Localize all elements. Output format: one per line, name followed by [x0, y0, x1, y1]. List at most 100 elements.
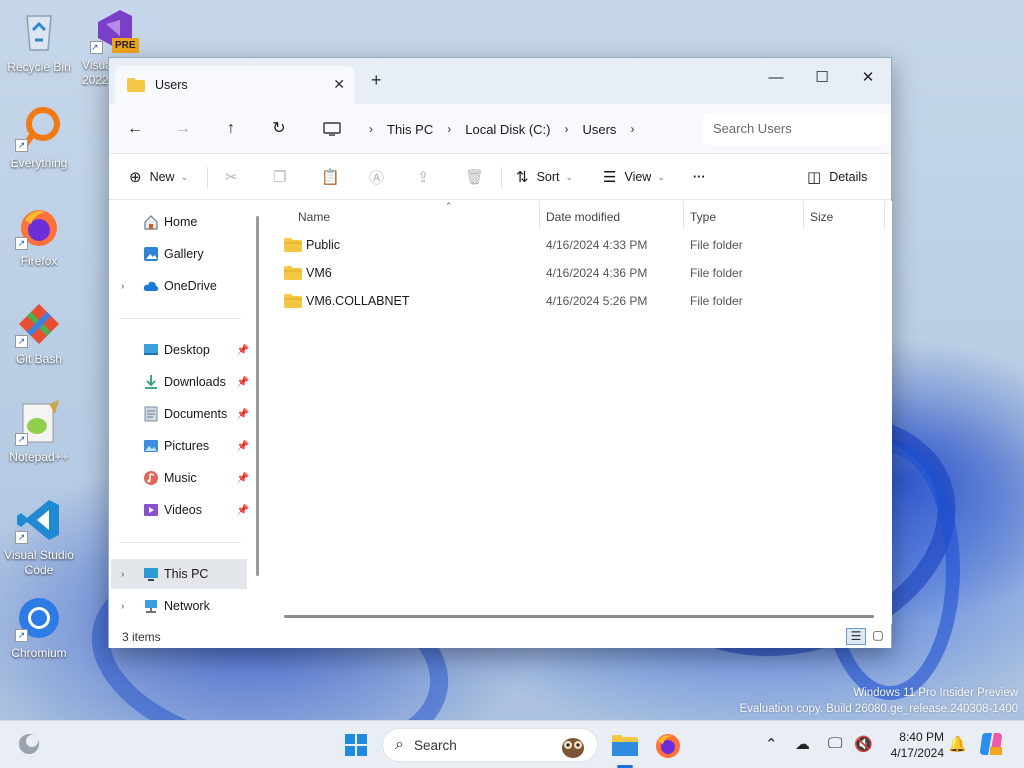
chevron-right-icon[interactable]: ›: [121, 281, 124, 292]
maximize-button[interactable]: ☐: [799, 64, 845, 92]
chevron-right-icon: ›: [564, 122, 569, 136]
desktop-icon-everything[interactable]: ↗ Everything: [1, 104, 77, 171]
sidebar-scrollbar[interactable]: [256, 216, 259, 576]
volume-tray-button[interactable]: 🔇: [854, 735, 873, 753]
breadcrumb-local-disk[interactable]: Local Disk (C:): [465, 122, 550, 137]
navigation-pane: Home Gallery › OneDrive Desktop 📌 Downlo…: [109, 201, 263, 624]
minimize-button[interactable]: —: [753, 64, 799, 92]
firefox-icon: ↗: [15, 202, 63, 250]
sidebar-item-desktop[interactable]: Desktop 📌: [111, 335, 249, 365]
new-tab-button[interactable]: +: [371, 70, 382, 91]
shortcut-arrow-icon: ↗: [90, 41, 103, 54]
view-button[interactable]: ☰ View ⌄: [603, 166, 665, 188]
close-icon[interactable]: ✕: [333, 76, 345, 93]
shortcut-arrow-icon: ↗: [15, 433, 28, 446]
pin-icon: 📌: [236, 408, 249, 420]
column-header-type[interactable]: Type: [690, 205, 716, 229]
desktop-icon-label: Git Bash: [15, 352, 63, 366]
details-view-button[interactable]: ☰: [846, 628, 866, 645]
file-list: Name ⌃ Date modified Type Size Public 4/…: [264, 201, 892, 624]
tiles-view-button[interactable]: ▢: [868, 628, 888, 645]
share-button[interactable]: ⇪: [417, 166, 438, 188]
breadcrumb-this-pc[interactable]: This PC: [387, 122, 433, 137]
table-row[interactable]: Public 4/16/2024 4:33 PM File folder: [274, 231, 874, 259]
sidebar-item-downloads[interactable]: Downloads 📌: [111, 367, 249, 397]
desktop-icon-firefox[interactable]: ↗ Firefox: [1, 202, 77, 269]
sidebar-item-label: Home: [164, 215, 198, 229]
taskbar-file-explorer[interactable]: [609, 729, 641, 761]
windows-watermark: Windows 11 Pro Insider Preview Evaluatio…: [739, 685, 1018, 717]
column-header-size[interactable]: Size: [810, 205, 833, 229]
copilot-button[interactable]: [978, 731, 1010, 763]
sidebar-item-pictures[interactable]: Pictures 📌: [111, 431, 249, 461]
sidebar-item-videos[interactable]: Videos 📌: [111, 495, 249, 525]
chromium-icon: ↗: [15, 594, 63, 642]
column-divider[interactable]: [683, 201, 684, 229]
search-input[interactable]: Search Users: [703, 113, 889, 145]
desktop-icon-vscode[interactable]: ↗ Visual Studio Code: [1, 496, 77, 578]
sort-ascending-icon: ⌃: [445, 201, 453, 211]
desktop-icon-notepad-plus-plus[interactable]: ↗ Notepad++: [1, 398, 77, 465]
column-header-name[interactable]: Name ⌃: [298, 201, 453, 229]
onedrive-tray-button[interactable]: ☁: [795, 735, 810, 753]
file-date: 4/16/2024 5:26 PM: [546, 294, 648, 308]
widgets-button[interactable]: [16, 731, 48, 763]
sidebar-item-music[interactable]: Music 📌: [111, 463, 249, 493]
shortcut-arrow-icon: ↗: [15, 139, 28, 152]
sidebar-item-label: Desktop: [164, 343, 210, 357]
toolbar-divider: [207, 167, 208, 189]
sidebar-item-gallery[interactable]: Gallery: [111, 239, 247, 269]
column-divider[interactable]: [803, 201, 804, 229]
details-pane-button[interactable]: ◫ Details: [807, 166, 867, 188]
show-hidden-icons-button[interactable]: ⌃: [765, 735, 778, 753]
more-options-button[interactable]: ···: [693, 166, 706, 188]
sidebar-item-documents[interactable]: Documents 📌: [111, 399, 249, 429]
rename-button[interactable]: Ⓐ: [369, 166, 392, 188]
toolbar-divider: [501, 167, 502, 189]
file-explorer-window: Users ✕ + — ☐ ✕ ← → ↑ ↻ › This PC › Loca…: [108, 57, 892, 648]
sidebar-item-network[interactable]: › Network: [111, 591, 247, 621]
desktop-icon-chromium[interactable]: ↗ Chromium: [1, 594, 77, 661]
desktop-icon-label: Chromium: [11, 646, 67, 660]
sort-button[interactable]: ⇅ Sort ⌄: [516, 166, 573, 188]
breadcrumb[interactable]: › This PC › Local Disk (C:) › Users ›: [313, 113, 693, 145]
taskbar-search-input[interactable]: ⌕ Search: [382, 728, 598, 762]
table-row[interactable]: VM6 4/16/2024 4:36 PM File folder: [274, 259, 874, 287]
forward-button[interactable]: →: [171, 117, 195, 141]
column-divider[interactable]: [539, 201, 540, 229]
column-header-date[interactable]: Date modified: [546, 205, 620, 229]
delete-button[interactable]: 🗑: [465, 166, 492, 188]
chevron-right-icon[interactable]: ›: [121, 601, 124, 612]
desktop-icon-label: Recycle Bin: [7, 60, 71, 74]
table-row[interactable]: VM6.COLLABNET 4/16/2024 5:26 PM File fol…: [274, 287, 874, 315]
desktop-icon-git-bash[interactable]: ↗ Git Bash: [1, 300, 77, 367]
watermark-line2: Evaluation copy. Build 26080.ge_release.…: [739, 703, 1018, 715]
pin-icon: 📌: [236, 440, 249, 452]
taskbar-firefox[interactable]: [652, 729, 684, 761]
cut-button[interactable]: ✂: [225, 166, 246, 188]
scissors-icon: ✂: [225, 169, 238, 186]
sidebar-item-this-pc[interactable]: › This PC: [111, 559, 247, 589]
chevron-right-icon[interactable]: ›: [121, 569, 124, 580]
display-tray-button[interactable]: 🖵: [828, 735, 842, 752]
copy-button[interactable]: ❐: [273, 166, 294, 188]
copy-icon: ❐: [273, 169, 287, 186]
back-button[interactable]: ←: [123, 117, 147, 141]
paste-button[interactable]: 📋: [321, 166, 348, 188]
refresh-button[interactable]: ↻: [267, 117, 291, 141]
sidebar-item-label: Videos: [164, 503, 202, 517]
notifications-button[interactable]: 🔔: [948, 735, 967, 753]
new-button[interactable]: ⊕ New ⌄: [129, 166, 188, 188]
desktop-icon-recycle-bin[interactable]: Recycle Bin: [1, 8, 77, 75]
close-window-button[interactable]: ✕: [845, 64, 891, 92]
sidebar-item-onedrive[interactable]: › OneDrive: [111, 271, 247, 301]
start-button[interactable]: [340, 729, 372, 761]
up-button[interactable]: ↑: [219, 117, 243, 141]
tab-users[interactable]: Users ✕: [115, 66, 355, 104]
breadcrumb-users[interactable]: Users: [582, 122, 616, 137]
column-divider[interactable]: [884, 201, 885, 229]
sidebar-item-home[interactable]: Home: [111, 207, 247, 237]
chevron-right-icon: ›: [369, 122, 373, 136]
system-clock[interactable]: 8:40 PM 4/17/2024: [882, 729, 944, 761]
horizontal-scrollbar[interactable]: [284, 615, 874, 618]
